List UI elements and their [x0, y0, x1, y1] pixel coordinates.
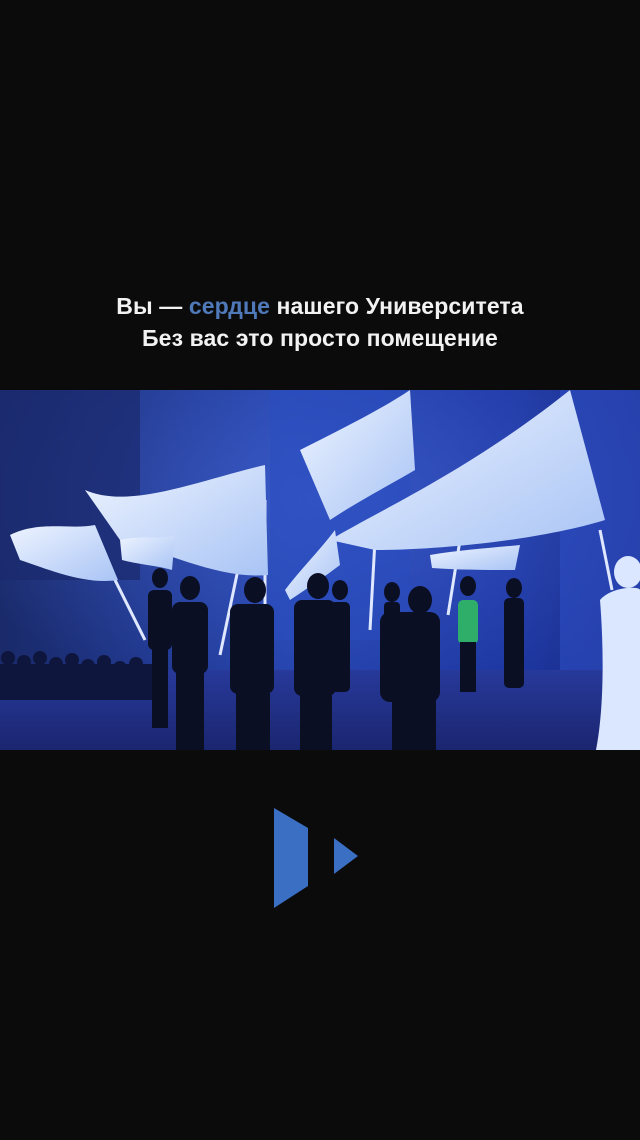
caption: Вы — сердце нашего Университета Без вас …: [0, 290, 640, 354]
caption-line-1: Вы — сердце нашего Университета: [0, 290, 640, 322]
stage-performance-photo: [0, 390, 640, 750]
caption-line-2: Без вас это просто помещение: [142, 325, 498, 351]
caption-accent-word: сердце: [188, 293, 271, 319]
play-logo-icon: [274, 808, 358, 908]
caption-line-1-end: нашего Университета: [270, 293, 524, 319]
caption-line-1-start: Вы —: [116, 293, 189, 319]
story-screen: Вы — сердце нашего Университета Без вас …: [0, 0, 640, 1140]
video-frame[interactable]: [0, 390, 640, 750]
